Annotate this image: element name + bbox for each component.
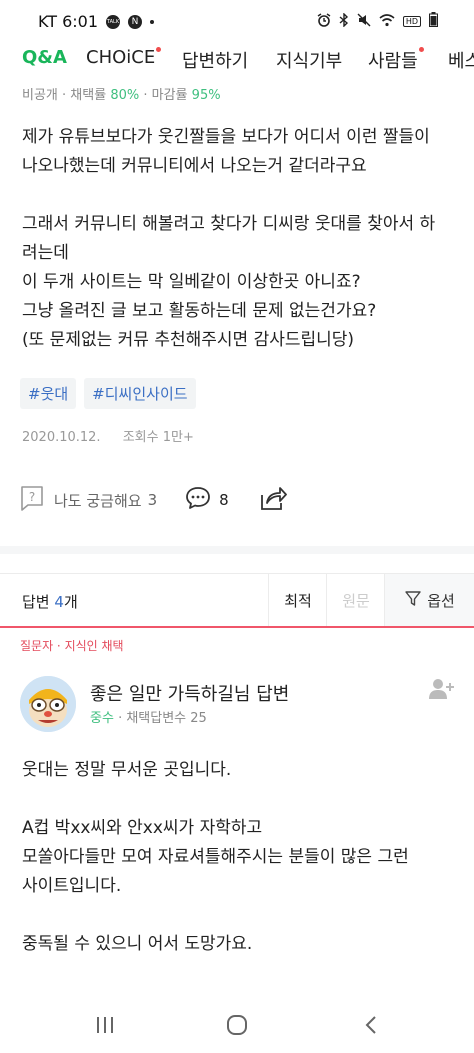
question-meta: 2020.10.12. 조회수 1만+ bbox=[22, 426, 194, 445]
status-bar: KT 6:01 TALK N HD bbox=[0, 0, 474, 40]
answerer-level: 중수 bbox=[90, 711, 114, 726]
answer-body: 웃대는 정말 무서운 곳입니다. A컵 박xx씨와 안xx씨가 자학하고 모쏠아… bbox=[22, 756, 452, 959]
wifi-icon bbox=[379, 13, 395, 31]
curious-count: 3 bbox=[147, 491, 158, 509]
curious-label: 나도 궁금해요 bbox=[54, 491, 142, 510]
answer-line: 모쏠아다들만 모여 자료셔틀해주시는 분들이 많은 그런 bbox=[22, 847, 409, 867]
tab-label: 사람들 bbox=[368, 51, 418, 72]
tab-answer[interactable]: 답변하기 bbox=[182, 47, 248, 73]
adopted-count: 25 bbox=[190, 711, 207, 726]
top-tab-bar: Q&A CHOiCE 답변하기 지식기부 사람들 베스 bbox=[0, 42, 474, 78]
answerer-name[interactable]: 좋은 일만 가득하길님 답변 bbox=[90, 680, 289, 706]
answer-line: 중독될 수 있으니 어서 도망가요. bbox=[22, 934, 253, 954]
curious-button[interactable]: ? 나도 궁금해요 3 bbox=[20, 485, 157, 515]
answer-count-suffix: 개 bbox=[63, 593, 78, 611]
question-stats: 비공개 · 채택률 80% · 마감률 95% bbox=[22, 84, 221, 103]
bluetooth-icon bbox=[339, 11, 349, 31]
sort-label: 최적 bbox=[284, 591, 312, 610]
recent-apps-icon[interactable] bbox=[90, 1013, 120, 1037]
post-date: 2020.10.12. bbox=[22, 430, 101, 445]
system-nav-bar bbox=[0, 997, 474, 1053]
question-line: 려는데 bbox=[22, 243, 69, 263]
chosen-badge: 질문자 · 지식인 채택 bbox=[20, 639, 124, 653]
hashtag-utdae[interactable]: #웃대 bbox=[20, 378, 77, 409]
svg-text:?: ? bbox=[29, 490, 35, 504]
view-count: 조회수 1만+ bbox=[122, 430, 194, 445]
hashtag-dcinside[interactable]: #디씨인사이드 bbox=[84, 378, 196, 409]
question-line: (또 문제없는 커뮤 추천해주시면 감사드립니당) bbox=[22, 330, 355, 350]
adoption-label: 채택률 bbox=[70, 88, 107, 103]
tab-label: Q&A bbox=[22, 47, 67, 68]
chosen-answer-line bbox=[0, 626, 474, 628]
avatar[interactable] bbox=[20, 676, 76, 732]
question-actions: ? 나도 궁금해요 3 8 bbox=[20, 485, 287, 515]
tab-best[interactable]: 베스 bbox=[448, 47, 474, 73]
comment-icon bbox=[185, 486, 211, 514]
question-box-icon: ? bbox=[20, 485, 44, 515]
alarm-icon bbox=[317, 12, 331, 31]
filter-icon bbox=[405, 590, 421, 610]
status-left: KT 6:01 TALK N bbox=[38, 12, 155, 31]
sort-label: 원문 bbox=[342, 591, 370, 610]
tab-label: 베스 bbox=[448, 51, 474, 72]
question-line: 나오나했는데 커뮤니티에서 나오는거 같더라구요 bbox=[22, 156, 367, 176]
tab-label: 지식기부 bbox=[276, 51, 343, 72]
sort-best-button[interactable]: 최적 bbox=[268, 574, 327, 626]
answer-count: 답변 4개 bbox=[22, 591, 78, 612]
pororo-avatar-image bbox=[20, 676, 76, 732]
tab-qna[interactable]: Q&A bbox=[22, 47, 67, 68]
status-right: HD bbox=[317, 11, 438, 31]
back-icon[interactable] bbox=[356, 1013, 386, 1037]
section-divider bbox=[0, 546, 474, 554]
answer-line: 사이트입니다. bbox=[22, 876, 122, 896]
adopted-label: 채택답변수 bbox=[126, 711, 187, 726]
share-button[interactable] bbox=[259, 485, 287, 515]
answer-line bbox=[22, 901, 452, 930]
battery-icon bbox=[429, 12, 438, 31]
tab-donation[interactable]: 지식기부 bbox=[276, 47, 342, 73]
separator: · bbox=[143, 88, 152, 103]
hashtag-list: #웃대 #디씨인사이드 bbox=[20, 378, 196, 409]
mute-icon bbox=[357, 13, 371, 31]
tab-choice[interactable]: CHOiCE bbox=[86, 47, 162, 68]
deadline-value: 95% bbox=[191, 88, 221, 103]
hd-icon: HD bbox=[402, 16, 421, 27]
kakaotalk-notification-icon: TALK bbox=[106, 14, 121, 29]
follow-user-icon[interactable] bbox=[429, 678, 455, 704]
home-icon[interactable] bbox=[222, 1013, 252, 1037]
tab-label: 답변하기 bbox=[182, 51, 249, 72]
tab-label: CHOiCE bbox=[86, 47, 156, 68]
options-button[interactable]: 옵션 bbox=[384, 574, 474, 626]
question-line: 그냥 올려진 글 보고 활동하는데 문제 없는건가요? bbox=[22, 301, 377, 321]
answer-line bbox=[22, 785, 452, 814]
comment-button[interactable]: 8 bbox=[185, 486, 229, 514]
adoption-value: 80% bbox=[110, 88, 140, 103]
answer-count-number: 4 bbox=[54, 593, 64, 611]
new-dot bbox=[418, 47, 424, 52]
question-body: 제가 유튜브보다가 웃긴짤들을 보다가 어디서 이런 짤들이 나오나했는데 커뮤… bbox=[22, 123, 452, 355]
carrier-time: KT 6:01 bbox=[38, 12, 99, 31]
new-dot bbox=[156, 47, 162, 52]
share-icon bbox=[259, 485, 287, 515]
options-label: 옵션 bbox=[427, 591, 455, 610]
question-line: 이 두개 사이트는 막 일베같이 이상한곳 아니죠? bbox=[22, 272, 361, 292]
question-line: 제가 유튜브보다가 웃긴짤들을 보다가 어디서 이런 짤들이 bbox=[22, 127, 430, 147]
question-line: 그래서 커뮤니티 해볼려고 찾다가 디씨랑 웃대를 찾아서 하 bbox=[22, 214, 436, 234]
comment-count: 8 bbox=[219, 491, 229, 509]
answerer-meta: 중수 · 채택답변수 25 bbox=[90, 707, 207, 726]
answer-line: A컵 박xx씨와 안xx씨가 자학하고 bbox=[22, 818, 263, 838]
answer-count-prefix: 답변 bbox=[22, 593, 50, 611]
answer-bar: 답변 4개 최적 원문 옵션 bbox=[0, 573, 474, 627]
naver-notification-icon: N bbox=[128, 14, 143, 29]
deadline-label: 마감률 bbox=[151, 88, 188, 103]
visibility-label: 비공개 bbox=[22, 88, 58, 103]
question-line bbox=[22, 181, 452, 210]
answer-line: 웃대는 정말 무서운 곳입니다. bbox=[22, 760, 232, 780]
more-notifications-icon bbox=[150, 19, 155, 24]
tab-people[interactable]: 사람들 bbox=[368, 47, 424, 73]
sort-original-button[interactable]: 원문 bbox=[326, 574, 385, 626]
